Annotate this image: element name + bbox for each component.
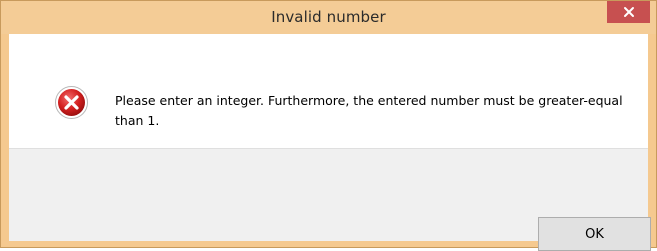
dialog-client-area: Please enter an integer. Furthermore, th… (9, 34, 651, 251)
dialog-message: Please enter an integer. Furthermore, th… (115, 93, 623, 128)
close-button[interactable] (607, 1, 650, 23)
error-icon (55, 86, 88, 119)
title-bar[interactable]: Invalid number (1, 1, 656, 34)
message-area: Please enter an integer. Furthermore, th… (9, 34, 648, 147)
ok-button[interactable]: OK (538, 217, 651, 251)
button-bar: OK (9, 148, 651, 251)
close-icon (623, 7, 634, 17)
dialog-window: Invalid number Please enter an integer. … (0, 0, 657, 251)
window-title: Invalid number (271, 8, 386, 26)
